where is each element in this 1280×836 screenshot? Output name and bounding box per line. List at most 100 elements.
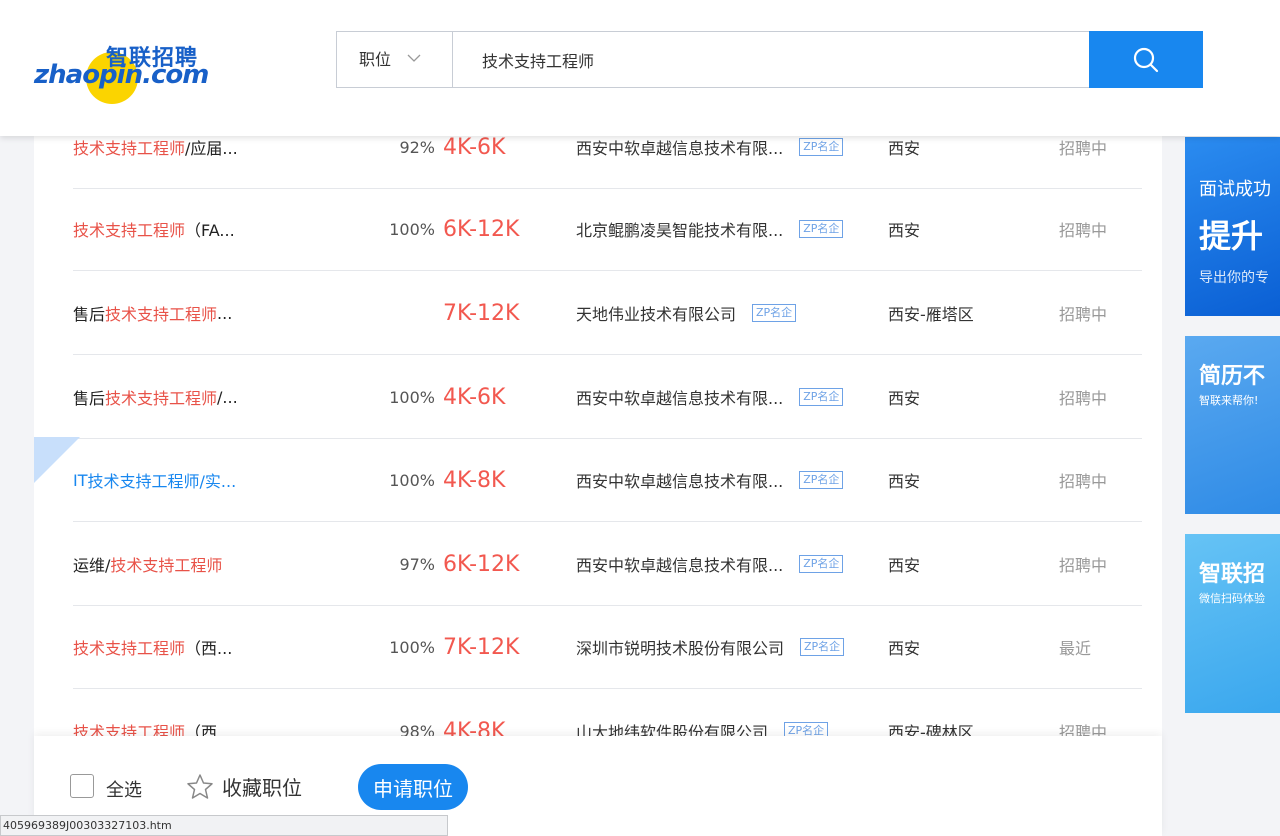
company-name: 西安中软卓越信息技术有限... — [576, 556, 784, 575]
salary: 7K-12K — [443, 300, 520, 326]
job-title-prefix: 售后 — [73, 305, 106, 324]
zhaopin-logo[interactable]: 智联招聘 zhaopin.com — [34, 40, 214, 104]
job-title-keyword: 技术支持工程师 — [105, 389, 218, 408]
search-type-dropdown[interactable]: 职位 — [337, 32, 453, 87]
company-link[interactable]: 西安中软卓越信息技术有限... ZP名企 — [576, 523, 844, 605]
job-title-keyword: 技术支持工程师 — [105, 305, 218, 324]
job-title-link[interactable]: 售后 技术支持工程师/... — [73, 356, 238, 438]
match-percent: 97% — [399, 554, 435, 574]
job-city: 西安 — [888, 221, 921, 240]
job-row[interactable]: 技术支持工程师/应届... 92% 4K-6K 西安中软卓越信息技术有限... ZP名企… — [73, 136, 1142, 189]
ad-line1: 面试成功 — [1199, 179, 1271, 200]
search-input[interactable] — [454, 32, 1088, 87]
search-bar: 职位 — [336, 31, 1203, 88]
job-status: 招聘中 — [1059, 305, 1108, 324]
job-city: 西安-雁塔区 — [888, 305, 974, 324]
job-title-suffix: /实... — [199, 472, 237, 491]
zp-badge: ZP名企 — [752, 304, 797, 322]
job-city: 西安 — [888, 472, 921, 491]
salary: 6K-12K — [443, 216, 520, 242]
job-title-link[interactable]: 售后 技术支持工程师... — [73, 272, 232, 354]
zp-badge: ZP名企 — [799, 138, 844, 156]
salary: 6K-12K — [443, 551, 520, 577]
ad-line1: 智联招 — [1199, 562, 1266, 587]
job-status: 招聘中 — [1059, 139, 1108, 158]
company-link[interactable]: 天地伟业技术有限公司 ZP名企 — [576, 272, 797, 354]
job-row[interactable]: 技术支持工程师 （FA... 100% 6K-12K 北京鲲鹏凌昊智能技术有限... ZP… — [73, 188, 1142, 271]
visited-corner-marker — [34, 437, 80, 483]
job-list: 技术支持工程师/应届... 92% 4K-6K 西安中软卓越信息技术有限... ZP名企… — [34, 136, 1162, 836]
ad-line2: 提升 — [1199, 217, 1264, 255]
logo-en-text: zhaopin.com — [34, 60, 209, 90]
job-status: 招聘中 — [1059, 389, 1108, 408]
company-link[interactable]: 西安中软卓越信息技术有限... ZP名企 — [576, 136, 844, 188]
job-row[interactable]: 技术支持工程师 （西... 100% 7K-12K 深圳市锐明技术股份有限公司 ZP名企 西… — [73, 606, 1142, 689]
company-link[interactable]: 北京鲲鹏凌昊智能技术有限... ZP名企 — [576, 188, 844, 270]
ad-line2: 智联来帮你! — [1199, 394, 1259, 407]
salary: 4K-6K — [443, 384, 506, 410]
job-title-keyword: 技术支持工程师 — [110, 556, 223, 575]
ad-line3: 导出你的专 — [1199, 270, 1269, 286]
job-city: 西安 — [888, 139, 921, 158]
job-row[interactable]: 运维/技术支持工程师 97% 6K-12K 西安中软卓越信息技术有限... ZP名企 西安… — [73, 523, 1142, 606]
match-percent: 92% — [399, 137, 435, 157]
ad-banner-resume[interactable]: 简历不 智联来帮你! — [1185, 336, 1280, 514]
job-title-suffix: （FA... — [185, 221, 235, 240]
salary: 7K-12K — [443, 634, 520, 660]
favorite-jobs-button[interactable]: 收藏职位 — [186, 772, 302, 801]
job-title-keyword: 技术支持工程师 — [73, 221, 186, 240]
match-percent: 100% — [389, 470, 435, 490]
salary: 4K-6K — [443, 136, 506, 160]
job-title-suffix: ... — [217, 303, 233, 323]
job-title-keyword: 技术支持工程师 — [87, 472, 200, 491]
job-title-prefix: 售后 — [73, 389, 106, 408]
job-title-suffix: /... — [217, 387, 238, 407]
zp-badge: ZP名企 — [799, 220, 844, 238]
match-percent: 100% — [389, 219, 435, 239]
select-all-checkbox[interactable] — [70, 774, 94, 798]
ad-banner-wechat[interactable]: 智联招 微信扫码体验 — [1185, 534, 1280, 713]
zp-badge: ZP名企 — [799, 388, 844, 406]
job-title-link[interactable]: 技术支持工程师/应届... — [73, 136, 238, 188]
job-title-suffix: /应届... — [185, 139, 238, 158]
browser-status-url: 405969389J00303327103.htm — [0, 815, 448, 836]
match-percent — [373, 272, 435, 354]
job-title-link[interactable]: 技术支持工程师 （FA... — [73, 188, 235, 270]
job-status: 最近 — [1059, 639, 1092, 658]
company-link[interactable]: 西安中软卓越信息技术有限... ZP名企 — [576, 439, 844, 521]
job-row[interactable]: 售后 技术支持工程师/... 100% 4K-6K 西安中软卓越信息技术有限... ZP名… — [73, 356, 1142, 439]
job-status: 招聘中 — [1059, 556, 1108, 575]
search-type-label: 职位 — [359, 50, 392, 69]
zp-badge: ZP名企 — [800, 638, 845, 656]
company-name: 北京鲲鹏凌昊智能技术有限... — [576, 221, 784, 240]
star-icon — [187, 773, 213, 799]
favorite-label: 收藏职位 — [222, 776, 302, 800]
select-all-label[interactable]: 全选 — [106, 776, 142, 802]
company-name: 天地伟业技术有限公司 — [576, 305, 737, 324]
job-title-prefix: 运维/ — [73, 556, 111, 575]
company-name: 深圳市锐明技术股份有限公司 — [576, 639, 785, 658]
ad-line2: 微信扫码体验 — [1199, 592, 1265, 605]
job-title-link[interactable]: 运维/技术支持工程师 — [73, 523, 222, 605]
company-link[interactable]: 深圳市锐明技术股份有限公司 ZP名企 — [576, 606, 845, 688]
job-title-link[interactable]: IT 技术支持工程师/实... — [73, 439, 236, 521]
job-row[interactable]: IT 技术支持工程师/实... 100% 4K-8K 西安中软卓越信息技术有限... ZP… — [73, 439, 1142, 522]
ad-line1: 简历不 — [1199, 364, 1266, 389]
apply-jobs-button[interactable]: 申请职位 — [358, 764, 468, 810]
job-title-link[interactable]: 技术支持工程师 （西... — [73, 606, 232, 688]
company-link[interactable]: 西安中软卓越信息技术有限... ZP名企 — [576, 356, 844, 438]
chevron-down-icon — [407, 54, 421, 62]
job-title-suffix: （西... — [185, 639, 233, 658]
zp-badge: ZP名企 — [799, 471, 844, 489]
job-row[interactable]: 售后 技术支持工程师... 7K-12K 天地伟业技术有限公司 ZP名企 西安-雁塔区 招聘… — [73, 272, 1142, 355]
job-title-keyword: 技术支持工程师 — [73, 139, 186, 158]
search-icon — [1133, 47, 1159, 73]
zp-badge: ZP名企 — [799, 555, 844, 573]
match-percent: 100% — [389, 387, 435, 407]
salary: 4K-8K — [443, 467, 506, 493]
match-percent: 100% — [389, 637, 435, 657]
site-header: 智联招聘 zhaopin.com 职位 — [0, 0, 1280, 136]
ad-banner-interview[interactable]: 面试成功 提升 导出你的专 — [1185, 137, 1280, 316]
search-button[interactable] — [1089, 31, 1203, 88]
job-city: 西安 — [888, 556, 921, 575]
